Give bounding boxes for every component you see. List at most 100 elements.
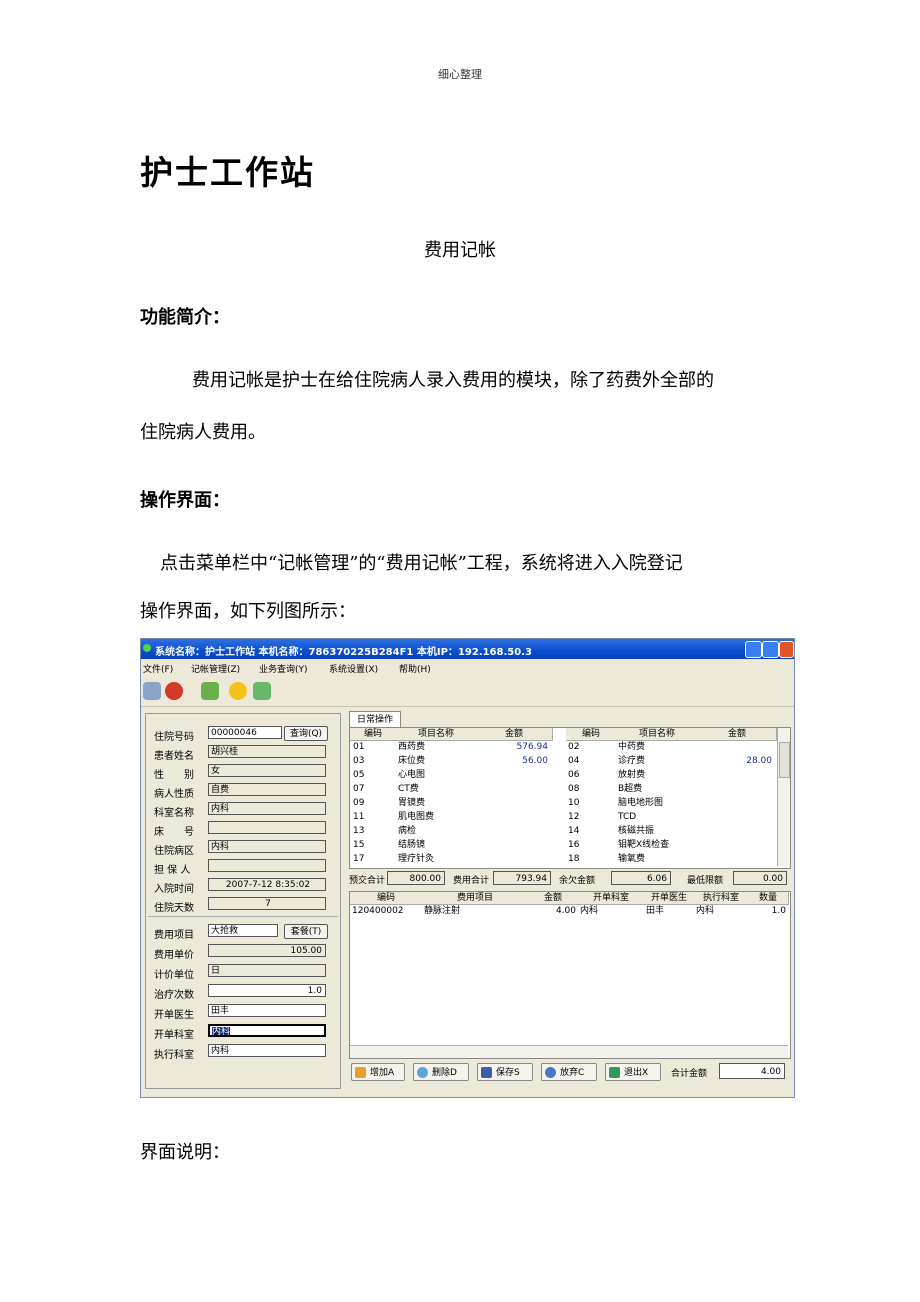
heading-ui: 操作界面： xyxy=(140,490,230,511)
fee-detail-cell[interactable]: 内科 xyxy=(580,906,642,917)
fee-category-cell[interactable]: 17 xyxy=(353,854,393,865)
fee-category-cell[interactable]: 576.94 xyxy=(476,742,549,753)
col-order-dept: 开单科室 xyxy=(578,892,645,905)
fee-category-cell[interactable]: 12 xyxy=(568,812,614,823)
fee-category-cell[interactable]: 中药费 xyxy=(618,742,696,753)
fee-detail-cell[interactable]: 静脉注射 xyxy=(424,906,526,917)
undo-icon xyxy=(545,1067,556,1078)
label-bed-no: 床 号 xyxy=(154,827,194,838)
fee-category-cell[interactable]: 胃镜费 xyxy=(398,798,474,809)
fee-category-cell[interactable]: CT费 xyxy=(398,784,474,795)
fee-category-cell[interactable]: 09 xyxy=(353,798,393,809)
fee-category-cell[interactable]: 心电图 xyxy=(398,770,474,781)
fee-category-cell[interactable]: 诊疗费 xyxy=(618,756,696,767)
book-icon[interactable] xyxy=(143,682,161,700)
exec-dept-input[interactable]: 内科 xyxy=(208,1044,326,1057)
fee-category-cell[interactable]: 06 xyxy=(568,770,614,781)
exit-button[interactable]: 退出X xyxy=(605,1063,661,1081)
fee-category-cell[interactable]: 15 xyxy=(353,840,393,851)
fee-category-cell[interactable]: 08 xyxy=(568,784,614,795)
total-label: 合计金额 xyxy=(671,1069,708,1079)
fee-category-cell[interactable]: 病检 xyxy=(398,826,474,837)
save-button[interactable]: 保存S xyxy=(477,1063,533,1081)
fee-category-cell[interactable]: 01 xyxy=(353,742,393,753)
prepay-label: 预交合计 xyxy=(349,876,386,886)
tab-daily-operation[interactable]: 日常操作 xyxy=(349,711,401,728)
fee-category-cell[interactable]: 10 xyxy=(568,798,614,809)
fee-detail-cell[interactable]: 内科 xyxy=(696,906,746,917)
fee-category-cell[interactable]: 西药费 xyxy=(398,742,474,753)
fee-category-cell[interactable]: 13 xyxy=(353,826,393,837)
stay-days-field: 7 xyxy=(208,897,326,910)
menu-billing[interactable]: 记帐管理(Z) xyxy=(191,662,240,675)
label-admit-time: 入院时间 xyxy=(154,884,194,895)
col-fee-item: 费用项目 xyxy=(422,892,529,905)
patient-panel: 住院号码 00000046 查询(Q) 患者姓名 胡兴桂 性 别 女 病人性质 … xyxy=(145,713,341,1089)
times-input[interactable]: 1.0 xyxy=(208,984,326,997)
fee-category-cell[interactable]: 04 xyxy=(568,756,614,767)
save-icon xyxy=(481,1067,492,1078)
exit-icon xyxy=(609,1067,620,1078)
fee-category-cell[interactable]: 02 xyxy=(568,742,614,753)
doctor-input[interactable]: 田丰 xyxy=(208,1004,326,1017)
col-exec-dept: 执行科室 xyxy=(694,892,749,905)
label-fee-item: 费用项目 xyxy=(154,930,194,941)
fee-category-cell[interactable]: 05 xyxy=(353,770,393,781)
fee-detail-cell[interactable]: 4.00 xyxy=(528,906,576,917)
fee-detail-cell[interactable]: 田丰 xyxy=(646,906,692,917)
fee-category-cell[interactable]: 11 xyxy=(353,812,393,823)
label-doctor: 开单医生 xyxy=(154,1010,194,1021)
fee-category-cell[interactable]: 07 xyxy=(353,784,393,795)
fee-item-field[interactable]: 大抢救 xyxy=(208,924,278,937)
fee-category-cell[interactable]: 放射费 xyxy=(618,770,696,781)
label-patient-name: 患者姓名 xyxy=(154,751,194,762)
fee-category-cell[interactable]: 脑电地形图 xyxy=(618,798,696,809)
scroll-thumb[interactable] xyxy=(779,742,790,778)
minimize-button[interactable] xyxy=(745,641,762,658)
horizontal-scrollbar[interactable] xyxy=(350,1045,788,1058)
help-icon[interactable] xyxy=(229,682,247,700)
heading-intro: 功能简介： xyxy=(140,307,230,328)
fee-category-cell[interactable]: 03 xyxy=(353,756,393,767)
fee-category-cell[interactable]: TCD xyxy=(618,812,696,823)
stop-icon[interactable] xyxy=(165,682,183,700)
fee-category-cell[interactable]: 床位费 xyxy=(398,756,474,767)
menu-help[interactable]: 帮助(H) xyxy=(399,662,431,675)
menu-file[interactable]: 文件(F) xyxy=(143,662,173,675)
add-button[interactable]: 增加A xyxy=(351,1063,405,1081)
fee-category-cell[interactable]: 18 xyxy=(568,854,614,865)
admission-no-field[interactable]: 00000046 xyxy=(208,726,282,739)
patient-type-field: 自费 xyxy=(208,783,326,796)
fee-category-cell[interactable]: 14 xyxy=(568,826,614,837)
fee-detail-cell[interactable]: 120400002 xyxy=(352,906,420,917)
vertical-scrollbar[interactable] xyxy=(777,728,790,866)
package-button[interactable]: 套餐(T) xyxy=(284,924,328,939)
query-button[interactable]: 查询(Q) xyxy=(284,726,328,741)
maximize-button[interactable] xyxy=(762,641,779,658)
login-icon[interactable] xyxy=(201,682,219,700)
close-button[interactable] xyxy=(779,641,794,658)
add-icon xyxy=(355,1067,366,1078)
menu-query[interactable]: 业务查询(Y) xyxy=(259,662,308,675)
order-dept-input[interactable]: 内科 xyxy=(208,1024,326,1037)
unit-field: 日 xyxy=(208,964,326,977)
fee-category-cell[interactable]: 输氧费 xyxy=(618,854,696,865)
delete-button[interactable]: 删除D xyxy=(413,1063,469,1081)
fee-category-cell[interactable]: 28.00 xyxy=(698,756,772,767)
label-order-dept: 开单科室 xyxy=(154,1030,194,1041)
fee-category-cell[interactable]: 理疗针灸 xyxy=(398,854,474,865)
fee-category-cell[interactable]: 肌电图费 xyxy=(398,812,474,823)
fee-category-cell[interactable]: 钼靶X线检查 xyxy=(618,840,696,851)
fee-category-cell[interactable]: 16 xyxy=(568,840,614,851)
fee-category-cell[interactable]: B超费 xyxy=(618,784,696,795)
cancel-button[interactable]: 放弃C xyxy=(541,1063,597,1081)
fee-category-grid: 编码 项目名称 金额 编码 项目名称 金额 01 西药费 576.94 02 中药费 03… xyxy=(349,727,791,869)
fee-category-cell[interactable]: 56.00 xyxy=(476,756,548,767)
refresh-icon[interactable] xyxy=(253,682,271,700)
fee-category-cell[interactable]: 结肠镜 xyxy=(398,840,474,851)
fee-category-cell[interactable]: 核磁共振 xyxy=(618,826,696,837)
fee-detail-cell[interactable]: 1.0 xyxy=(748,906,786,917)
delete-icon xyxy=(417,1067,428,1078)
fee-detail-grid: 编码 费用项目 金额 开单科室 开单医生 执行科室 数量 120400002 静脉… xyxy=(349,891,791,1059)
menu-settings[interactable]: 系统设置(X) xyxy=(329,662,378,675)
